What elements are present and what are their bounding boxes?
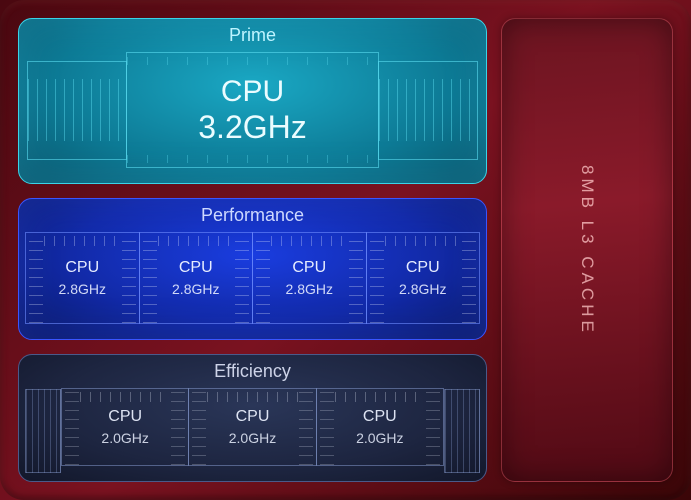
core-freq: 2.8GHz [399, 281, 446, 297]
core-name: CPU [406, 259, 440, 277]
perf-core: CPU 2.8GHz [25, 232, 140, 323]
core-freq: 2.0GHz [356, 430, 403, 446]
core-name: CPU [236, 408, 270, 426]
core-freq: 2.8GHz [172, 281, 219, 297]
core-clusters-column: Prime CPU 3.2GHz Performance CPU 2.8GHz … [18, 18, 487, 482]
core-freq: 2.0GHz [101, 430, 148, 446]
eff-core: CPU 2.0GHz [316, 388, 444, 466]
core-freq: 2.8GHz [286, 281, 333, 297]
performance-title: Performance [19, 205, 486, 226]
prime-core-freq: 3.2GHz [198, 109, 306, 146]
core-name: CPU [179, 259, 213, 277]
performance-cluster: Performance CPU 2.8GHz CPU 2.8GHz CPU 2.… [18, 198, 487, 339]
efficiency-left-block [25, 389, 61, 473]
eff-core: CPU 2.0GHz [61, 388, 189, 466]
efficiency-right-block [444, 389, 480, 473]
l3-cache-label: 8MB L3 CACHE [577, 165, 597, 336]
l3-cache-block: 8MB L3 CACHE [501, 18, 673, 482]
efficiency-title: Efficiency [19, 361, 486, 382]
core-freq: 2.8GHz [59, 281, 106, 297]
efficiency-cluster: Efficiency CPU 2.0GHz CPU 2.0GHz CPU 2.0… [18, 354, 487, 482]
prime-core: CPU 3.2GHz [126, 52, 379, 168]
prime-cluster: Prime CPU 3.2GHz [18, 18, 487, 184]
core-name: CPU [363, 408, 397, 426]
core-name: CPU [108, 408, 142, 426]
eff-core: CPU 2.0GHz [188, 388, 316, 466]
prime-core-name: CPU [221, 75, 284, 109]
prime-body: CPU 3.2GHz [19, 52, 486, 176]
core-freq: 2.0GHz [229, 430, 276, 446]
prime-title: Prime [19, 25, 486, 46]
prime-right-block [378, 61, 478, 160]
prime-left-block [27, 61, 127, 160]
efficiency-body: CPU 2.0GHz CPU 2.0GHz CPU 2.0GHz [19, 388, 486, 474]
performance-body: CPU 2.8GHz CPU 2.8GHz CPU 2.8GHz CPU 2.8… [19, 232, 486, 331]
core-name: CPU [292, 259, 326, 277]
core-name: CPU [65, 259, 99, 277]
perf-core: CPU 2.8GHz [366, 232, 481, 323]
perf-core: CPU 2.8GHz [139, 232, 254, 323]
perf-core: CPU 2.8GHz [252, 232, 367, 323]
